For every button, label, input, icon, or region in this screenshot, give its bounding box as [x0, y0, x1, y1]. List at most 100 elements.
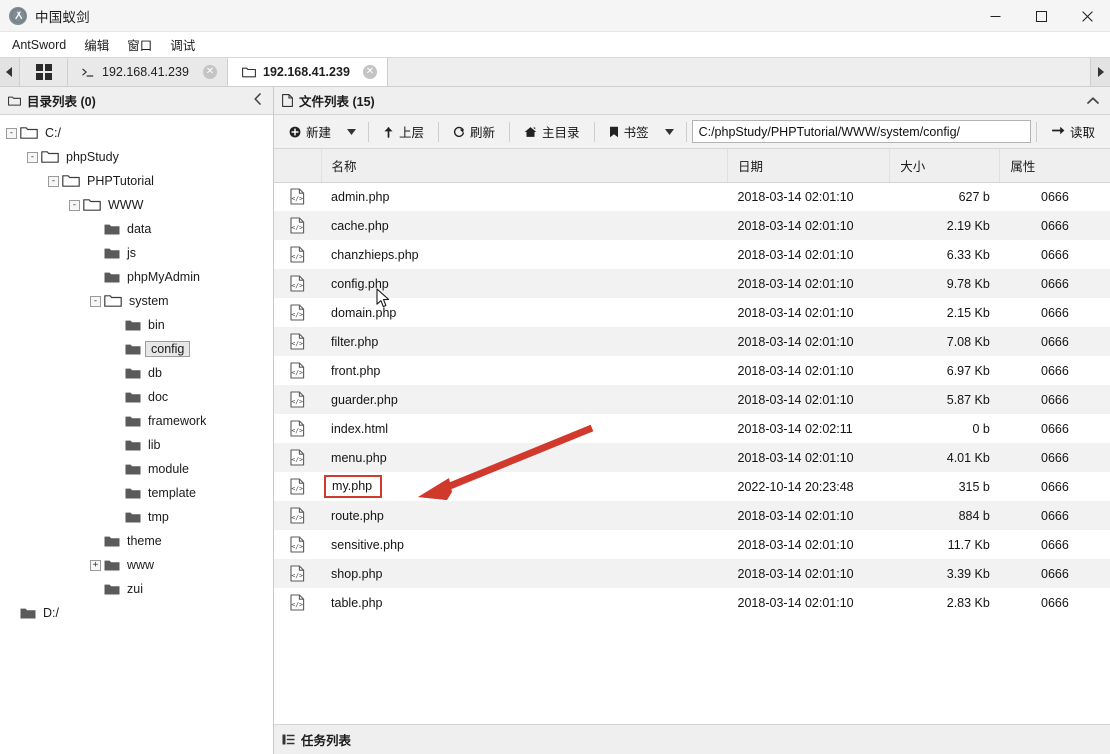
file-name-cell[interactable]: filter.php — [321, 327, 728, 356]
tree-node-doc[interactable]: doc — [0, 385, 273, 409]
table-row[interactable]: </> domain.php 2018-03-14 02:01:10 2.15 Kb 0… — [274, 298, 1110, 327]
tab-overview-button[interactable] — [20, 58, 68, 86]
tree-node-db[interactable]: db — [0, 361, 273, 385]
tab-terminal-192-168-41-239[interactable]: 192.168.41.239 ✕ — [68, 58, 228, 86]
tree-collapse-toggle[interactable]: - — [69, 199, 80, 211]
file-name-cell[interactable]: route.php — [321, 501, 728, 530]
tree-node-js[interactable]: js — [0, 241, 273, 265]
tree-node-label: doc — [148, 390, 169, 404]
table-row[interactable]: </> table.php 2018-03-14 02:01:10 2.83 Kb 06… — [274, 588, 1110, 617]
tree-node-phptutorial[interactable]: - PHPTutorial — [0, 169, 273, 193]
tree-node-template[interactable]: template — [0, 481, 273, 505]
file-name-cell[interactable]: table.php — [321, 588, 728, 617]
menu-item-edit[interactable]: 编辑 — [76, 32, 117, 57]
file-name-cell[interactable]: front.php — [321, 356, 728, 385]
file-name-cell[interactable]: chanzhieps.php — [321, 240, 728, 269]
maximize-button[interactable] — [1018, 0, 1064, 32]
tab-close-icon[interactable]: ✕ — [363, 65, 377, 79]
tree-node-tmp[interactable]: tmp — [0, 505, 273, 529]
tree-node-www[interactable]: + www — [0, 553, 273, 577]
table-row[interactable]: </> shop.php 2018-03-14 02:01:10 3.39 Kb 066… — [274, 559, 1110, 588]
tree-node-phpmyadmin[interactable]: phpMyAdmin — [0, 265, 273, 289]
table-row[interactable]: </> route.php 2018-03-14 02:01:10 884 b 0666 — [274, 501, 1110, 530]
tab-scroll-right-button[interactable] — [1090, 58, 1110, 86]
refresh-button[interactable]: 刷新 — [444, 120, 504, 144]
column-header-date[interactable]: 日期 — [727, 149, 891, 183]
tree-collapse-toggle[interactable]: - — [27, 151, 38, 163]
file-list-container[interactable]: 名称 日期 大小 属性 </> admin.php 2018-03-14 02:01… — [274, 149, 1110, 724]
bookmark-button[interactable]: 书签 — [600, 120, 658, 144]
tree-node-framework[interactable]: framework — [0, 409, 273, 433]
tree-node-bin[interactable]: bin — [0, 313, 273, 337]
file-name-cell[interactable]: index.html — [321, 414, 728, 443]
path-input[interactable] — [691, 120, 1031, 143]
task-list-bar[interactable]: 任务列表 — [274, 724, 1110, 754]
file-icon-cell: </> — [274, 269, 322, 298]
table-row[interactable]: </> cache.php 2018-03-14 02:01:10 2.19 Kb 06… — [274, 211, 1110, 240]
file-name-cell[interactable]: cache.php — [321, 211, 728, 240]
new-dropdown-caret[interactable] — [340, 120, 363, 144]
svg-text:</>: </> — [291, 311, 303, 319]
tree-node-data[interactable]: data — [0, 217, 273, 241]
folder-icon — [125, 511, 141, 524]
file-name-cell[interactable]: shop.php — [321, 559, 728, 588]
directory-tree[interactable]: - C:/- phpStudy - PHPTutorial - WWW data js phpMy… — [0, 115, 273, 754]
table-row[interactable]: </> admin.php 2018-03-14 02:01:10 627 b 0666 — [274, 182, 1110, 211]
tree-node-phpstudy[interactable]: - phpStudy — [0, 145, 273, 169]
close-button[interactable] — [1064, 0, 1110, 32]
tree-collapse-toggle[interactable]: - — [6, 127, 17, 139]
file-name-cell[interactable]: admin.php — [321, 182, 728, 211]
up-button[interactable]: 上层 — [374, 120, 433, 144]
table-row[interactable]: </> my.php 2022-10-14 20:23:48 315 b 0666 — [274, 472, 1110, 501]
tree-node-zui[interactable]: zui — [0, 577, 273, 601]
table-row[interactable]: </> sensitive.php 2018-03-14 02:01:10 11.7 … — [274, 530, 1110, 559]
file-name-cell[interactable]: my.php — [321, 472, 728, 501]
tree-node-label: config — [145, 341, 191, 357]
file-name-cell[interactable]: domain.php — [321, 298, 728, 327]
column-header-name[interactable]: 名称 — [321, 149, 729, 183]
tab-files-192-168-41-239[interactable]: 192.168.41.239 ✕ — [228, 58, 388, 86]
column-header-size[interactable]: 大小 — [889, 149, 1001, 183]
read-button[interactable]: 读取 — [1042, 120, 1104, 144]
table-row[interactable]: </> filter.php 2018-03-14 02:01:10 7.08 Kb 0… — [274, 327, 1110, 356]
column-header-attr[interactable]: 属性 — [999, 149, 1110, 183]
table-row[interactable]: </> config.php 2018-03-14 02:01:10 9.78 Kb 0… — [274, 269, 1110, 298]
file-name-cell[interactable]: guarder.php — [321, 385, 728, 414]
tree-node-d-[interactable]: D:/ — [0, 601, 273, 625]
file-name-cell[interactable]: config.php — [321, 269, 728, 298]
home-button[interactable]: 主目录 — [515, 120, 589, 144]
tab-close-icon[interactable]: ✕ — [203, 65, 217, 79]
file-name-cell[interactable]: menu.php — [321, 443, 728, 472]
column-header-icon[interactable] — [274, 149, 322, 183]
tree-expand-toggle[interactable]: + — [90, 559, 101, 571]
tree-node-module[interactable]: module — [0, 457, 273, 481]
table-row[interactable]: </> chanzhieps.php 2018-03-14 02:01:10 6.33… — [274, 240, 1110, 269]
chevron-up-icon[interactable] — [1084, 94, 1102, 108]
folder-icon — [125, 487, 141, 500]
table-row[interactable]: </> front.php 2018-03-14 02:01:10 6.97 Kb 06… — [274, 356, 1110, 385]
file-icon-cell: </> — [274, 588, 322, 617]
table-row[interactable]: </> menu.php 2018-03-14 02:01:10 4.01 Kb 066… — [274, 443, 1110, 472]
file-name: menu.php — [331, 450, 387, 465]
new-button[interactable]: 新建 — [280, 120, 340, 144]
menu-item-window[interactable]: 窗口 — [119, 32, 160, 57]
tree-node-config[interactable]: config — [0, 337, 273, 361]
menu-item-antsword[interactable]: AntSword — [4, 35, 74, 55]
tab-scroll-left-button[interactable] — [0, 58, 20, 86]
chevron-left-icon[interactable] — [250, 93, 265, 108]
bookmark-dropdown-caret[interactable] — [658, 120, 681, 144]
file-name: cache.php — [331, 218, 389, 233]
table-row[interactable]: </> index.html 2018-03-14 02:02:11 0 b 0666 — [274, 414, 1110, 443]
file-name-cell[interactable]: sensitive.php — [321, 530, 728, 559]
tree-node-lib[interactable]: lib — [0, 433, 273, 457]
tree-node-theme[interactable]: theme — [0, 529, 273, 553]
table-row[interactable]: </> guarder.php 2018-03-14 02:01:10 5.87 Kb… — [274, 385, 1110, 414]
menu-item-debug[interactable]: 调试 — [162, 32, 203, 57]
tree-collapse-toggle[interactable]: - — [48, 175, 59, 187]
tree-collapse-toggle[interactable]: - — [90, 295, 101, 307]
file-icon-cell: </> — [274, 414, 322, 443]
tree-node-c-[interactable]: - C:/ — [0, 121, 273, 145]
minimize-button[interactable] — [972, 0, 1018, 32]
tree-node-www[interactable]: - WWW — [0, 193, 273, 217]
tree-node-system[interactable]: - system — [0, 289, 273, 313]
